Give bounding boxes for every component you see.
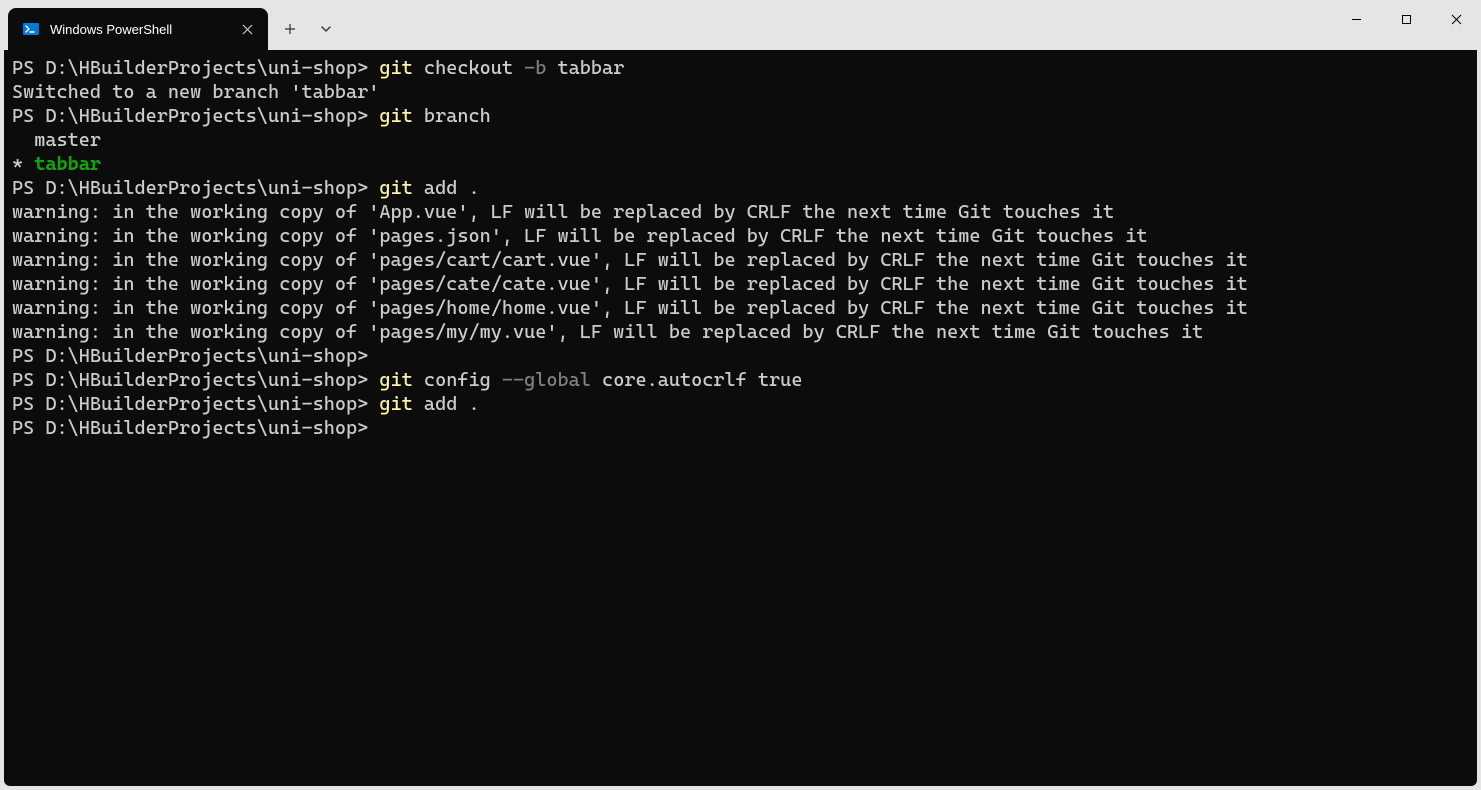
maximize-button[interactable] (1381, 0, 1431, 38)
cmd-flag: -b (524, 57, 546, 79)
cmd: git (379, 177, 412, 199)
cmd-arg: config (413, 369, 502, 391)
tab-powershell[interactable]: Windows PowerShell (8, 8, 268, 50)
prompt: PS D:\HBuilderProjects\uni-shop> (12, 177, 368, 199)
tab-title: Windows PowerShell (50, 22, 228, 37)
cmd: git (379, 57, 412, 79)
cmd: git (379, 393, 412, 415)
output-line: warning: in the working copy of 'pages/m… (12, 320, 1469, 344)
output-line: warning: in the working copy of 'App.vue… (12, 200, 1469, 224)
prompt: PS D:\HBuilderProjects\uni-shop> (12, 105, 368, 127)
window-controls (1331, 0, 1481, 38)
prompt: PS D:\HBuilderProjects\uni-shop> (12, 393, 368, 415)
cmd-arg: checkout (413, 57, 524, 79)
cmd-arg: branch (413, 105, 491, 127)
prompt: PS D:\HBuilderProjects\uni-shop> (12, 417, 368, 439)
cmd-arg: add . (413, 393, 480, 415)
cmd-arg: core.autocrlf true (591, 369, 803, 391)
new-tab-button[interactable] (272, 11, 308, 47)
close-window-button[interactable] (1431, 0, 1481, 38)
prompt: PS D:\HBuilderProjects\uni-shop> (12, 369, 368, 391)
branch-marker: * (12, 153, 34, 175)
tab-dropdown-button[interactable] (308, 11, 344, 47)
prompt: PS D:\HBuilderProjects\uni-shop> (12, 57, 368, 79)
close-tab-button[interactable] (238, 20, 256, 38)
cmd-arg: tabbar (546, 57, 624, 79)
cmd-flag: --global (502, 369, 591, 391)
cmd: git (379, 105, 412, 127)
output-line: Switched to a new branch 'tabbar' (12, 80, 1469, 104)
output-line: warning: in the working copy of 'pages/c… (12, 248, 1469, 272)
powershell-icon (22, 20, 40, 38)
minimize-button[interactable] (1331, 0, 1381, 38)
cmd: git (379, 369, 412, 391)
current-branch: tabbar (34, 153, 101, 175)
output-line: warning: in the working copy of 'pages/c… (12, 272, 1469, 296)
output-line: warning: in the working copy of 'pages/h… (12, 296, 1469, 320)
cmd-arg: add . (413, 177, 480, 199)
output-line: master (12, 128, 1469, 152)
output-line: warning: in the working copy of 'pages.j… (12, 224, 1469, 248)
terminal-output[interactable]: PS D:\HBuilderProjects\uni-shop> git che… (4, 50, 1477, 786)
prompt: PS D:\HBuilderProjects\uni-shop> (12, 345, 368, 367)
titlebar: Windows PowerShell (0, 0, 1481, 50)
